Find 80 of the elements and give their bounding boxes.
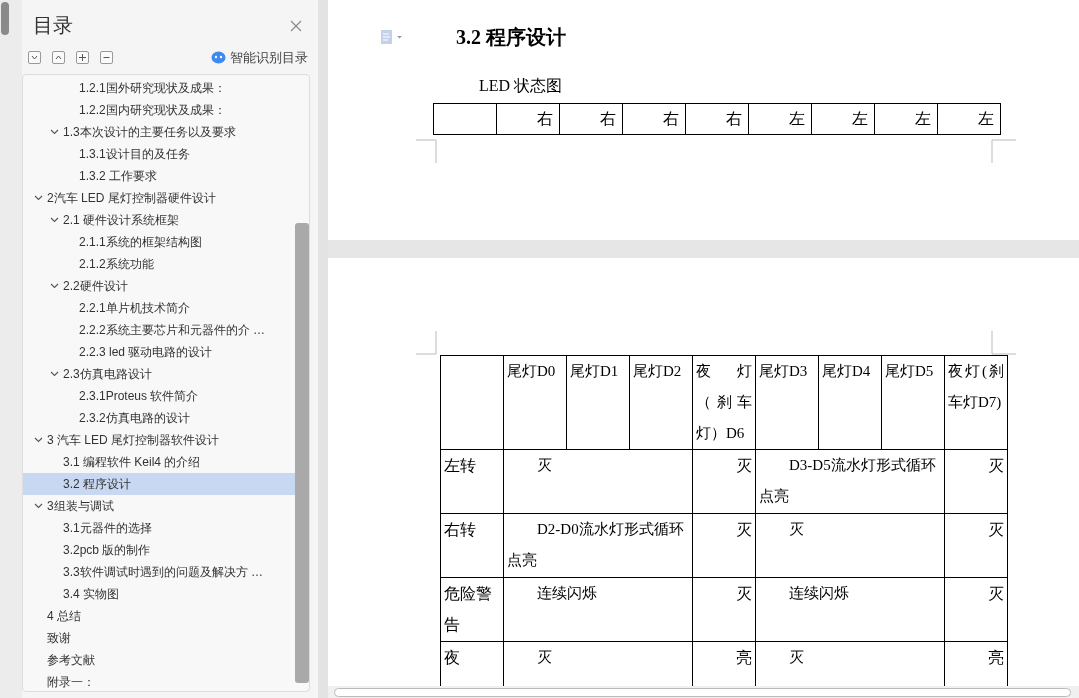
collapse-all-button[interactable] [52,51,65,65]
chevron-down-icon [31,55,38,60]
table-cell: 灭 [503,449,693,514]
toc-item[interactable]: 1.3本次设计的主要任务以及要求 [23,120,295,143]
expand-all-button[interactable] [28,51,41,65]
table-cell: 连续闪烁 [503,577,693,642]
toc-item[interactable]: 2.1.1系统的框架结构图 [23,230,295,253]
toc-item[interactable]: 3.3软件调试时遇到的问题及解决方 … [23,560,295,583]
table-cell: 灭 [692,513,756,578]
table-cell: 夜灯(刹车灯D7) [944,355,1008,450]
margin-mark [991,139,1017,163]
toc-item[interactable]: 3.1 编程软件 Keil4 的介绍 [23,450,295,473]
table-cell: 右 [622,103,686,135]
table-cell: D3-D5流水灯形式循环点亮 [755,449,945,514]
table-cell: 灭 [944,513,1008,578]
toc-item[interactable]: 附录一： [23,670,295,691]
toc-item[interactable]: 1.2.2国内研究现状及成果： [23,98,295,121]
toc-item[interactable]: 2汽车 LED 尾灯控制器硬件设计 [23,186,295,209]
table-cell: 危险警告 [440,577,504,642]
toc-item[interactable]: 1.2.1国外研究现状及成果： [23,76,295,99]
minus-icon [103,57,110,59]
toc-item[interactable]: 2.1.2系统功能 [23,252,295,275]
toc-item[interactable]: 3组装与调试 [23,494,295,517]
toc-item[interactable]: 3.2 程序设计 [23,472,295,495]
chevron-up-icon [55,55,62,60]
add-button[interactable] [76,51,89,65]
toc-item[interactable]: 3.2pcb 版的制作 [23,538,295,561]
margin-mark [416,331,437,355]
table-cell: 夜灯（刹车灯）D6 [692,355,756,450]
toc-item[interactable]: 2.2.2系统主要芯片和元器件的介 … [23,318,295,341]
table-cell: 右 [685,103,749,135]
table-cell: 灭 [944,449,1008,514]
toc-item[interactable]: 2.2.3 led 驱动电路的设计 [23,340,295,363]
toc-item[interactable]: 2.3.2仿真电路的设计 [23,406,295,429]
table-cell: 左 [874,103,938,135]
table-cell: 灭 [755,513,945,578]
scrollbar-thumb[interactable] [1,2,9,35]
table-cell: 右 [496,103,560,135]
table-cell: 尾灯D1 [566,355,630,450]
table-cell: 尾灯D5 [881,355,945,450]
table-cell: 左 [937,103,1001,135]
toc-item[interactable]: 2.2硬件设计 [23,274,295,297]
table-cell: 尾灯D0 [503,355,567,450]
table-cell: 左 [748,103,812,135]
toc-item[interactable]: 1.3.2 工作要求 [23,164,295,187]
margin-mark [416,139,437,163]
toc-item[interactable]: 3 汽车 LED 尾灯控制器软件设计 [23,428,295,451]
table-cell: 左转 [440,449,504,514]
toc-item[interactable]: 1.3.1设计目的及任务 [23,142,295,165]
remove-button[interactable] [100,51,113,65]
toc-item[interactable]: 2.3仿真电路设计 [23,362,295,385]
toc-item[interactable]: 3.4 实物图 [23,582,295,605]
toc-item[interactable]: 2.3.1Proteus 软件简介 [23,384,295,407]
toc-item[interactable]: 2.1 硬件设计系统框架 [23,208,295,231]
table-cell: 左 [811,103,875,135]
table-cell: 尾灯D3 [755,355,819,450]
cloud-icon [211,51,226,65]
scrollbar-thumb[interactable] [334,687,1071,697]
table-cell: D2-D0流水灯形式循环点亮 [503,513,693,578]
table-cell: 尾灯D4 [818,355,882,450]
toc-item[interactable]: 3.1元器件的选择 [23,516,295,539]
toc-item[interactable]: 4 总结 [23,604,295,627]
scrollbar-thumb[interactable] [295,222,309,683]
table-cell: 尾灯D2 [629,355,693,450]
table-cell: 灭 [692,449,756,514]
close-icon [290,20,302,33]
table-cell: 连续闪烁 [755,577,945,642]
plus-icon [78,53,87,62]
margin-mark [991,331,1017,355]
toc-item[interactable]: 致谢 [23,626,295,649]
table-cell: 灭 [692,577,756,642]
toc-item[interactable]: 2.2.1单片机技术简介 [23,296,295,319]
section-heading: 3.2 程序设计 [456,25,566,50]
table-cell: 右 [559,103,623,135]
table-cell: 灭 [944,577,1008,642]
toc-item[interactable]: 参考文献 [23,648,295,671]
table-caption: LED 状态图 [479,76,564,96]
panel-title: 目录 [32,13,73,38]
smart-toc-button[interactable]: 智能识别目录 [211,48,308,68]
table-cell: 右转 [440,513,504,578]
